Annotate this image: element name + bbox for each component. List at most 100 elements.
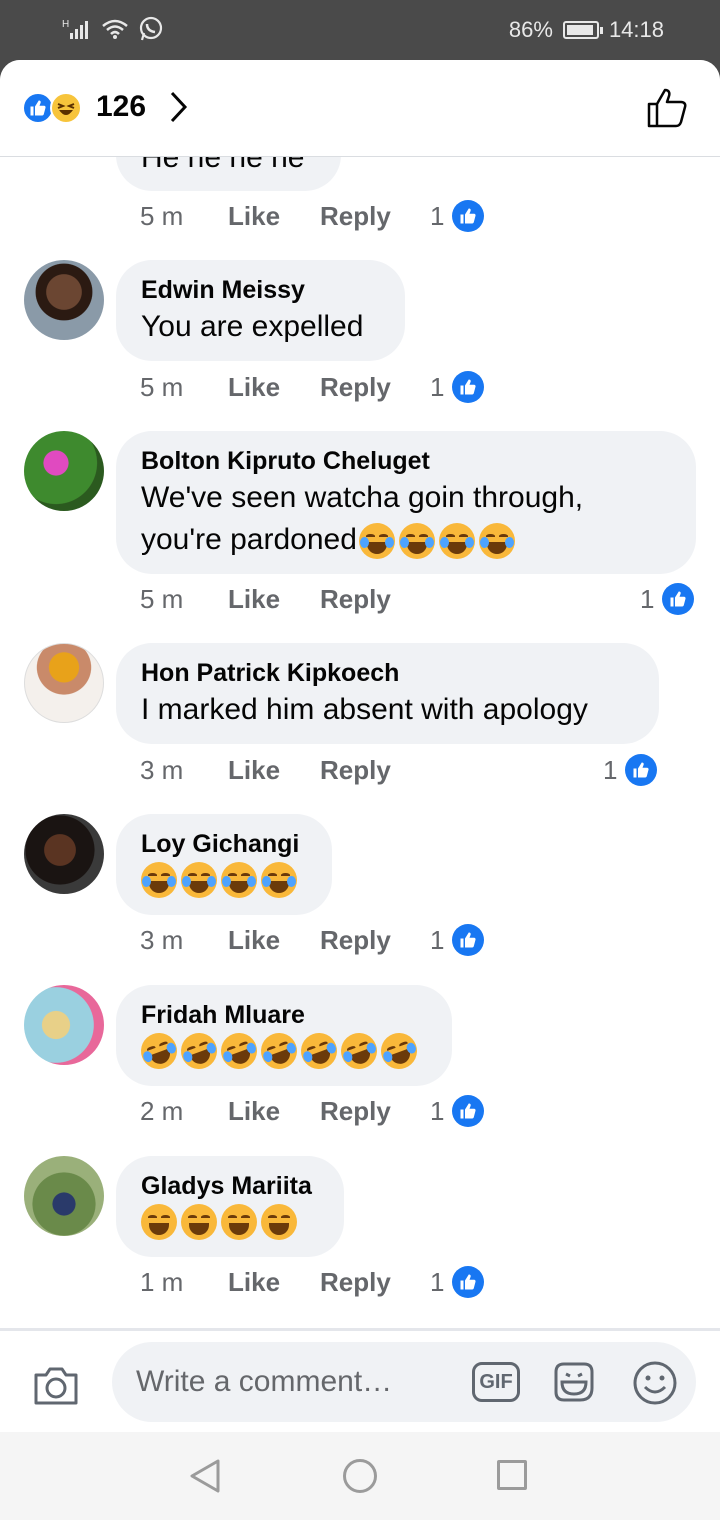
like-button[interactable]: Like [228, 372, 320, 403]
reply-button[interactable]: Reply [320, 372, 430, 403]
nav-back-icon[interactable] [188, 1458, 222, 1494]
comment-text: You are expelled [141, 310, 364, 343]
comments-sheet: 126 He he he he 5 m Like Reply 1 Edwin M… [0, 60, 720, 1432]
comment-time: 3 m [140, 755, 184, 785]
comment-author[interactable]: Fridah Mluare [141, 999, 428, 1031]
comment-time: 5 m [140, 372, 184, 402]
like-button[interactable]: Like [228, 1096, 320, 1127]
comment-bubble[interactable]: Bolton Kipruto Cheluget We've seen watch… [116, 431, 696, 574]
like-count[interactable]: 1 [640, 583, 695, 615]
comment-time: 1 m [140, 1267, 184, 1297]
avatar[interactable] [24, 814, 104, 894]
system-nav-bar [0, 1432, 720, 1520]
reply-button[interactable]: Reply [320, 1096, 430, 1127]
like-count-number: 1 [430, 200, 445, 231]
comment-author[interactable]: Bolton Kipruto Cheluget [141, 445, 672, 477]
like-button[interactable]: Like [228, 925, 320, 956]
thumbs-up-outline-icon[interactable] [646, 86, 690, 130]
comment-author[interactable]: Edwin Meissy [141, 274, 381, 306]
rofl-emoji [375, 1027, 423, 1075]
svg-text:H: H [62, 19, 69, 30]
reactions-header[interactable]: 126 [0, 60, 720, 157]
grinning-squinting-emoji [221, 1204, 257, 1240]
comment-text: I marked him absent with apology [141, 693, 588, 726]
comment-bubble[interactable]: Hon Patrick Kipkoech I marked him absent… [116, 643, 659, 744]
comment-text: We've seen watcha goin through, [141, 481, 584, 514]
like-count[interactable]: 1 [430, 200, 485, 232]
like-reaction-icon [452, 200, 485, 232]
rofl-emoji [335, 1027, 383, 1075]
nav-home-icon[interactable] [343, 1459, 377, 1493]
like-button[interactable]: Like [228, 201, 320, 232]
clock: 14:18 [608, 17, 664, 42]
comment-actions: 5 m Like Reply [140, 201, 430, 232]
grinning-squinting-emoji [181, 1204, 217, 1240]
battery-percent: 86% [508, 17, 553, 42]
comment-text-line2: you're pardoned [141, 519, 672, 561]
reply-button[interactable]: Reply [320, 584, 430, 615]
reply-button[interactable]: Reply [320, 925, 430, 956]
comment-time: 2 m [140, 1096, 184, 1126]
tears-of-joy-emoji [141, 862, 177, 898]
like-count[interactable]: 1 [430, 1095, 485, 1127]
comment-actions: 2 m Like Reply [140, 1096, 430, 1127]
like-count[interactable]: 1 [430, 371, 485, 403]
like-count-number: 1 [603, 754, 618, 785]
camera-icon[interactable] [32, 1363, 80, 1407]
gif-icon[interactable]: GIF [472, 1362, 520, 1402]
comment-actions: 3 m Like Reply [140, 925, 430, 956]
sticker-icon[interactable] [550, 1358, 598, 1406]
rofl-emoji [295, 1027, 343, 1075]
comment-time: 5 m [140, 584, 184, 614]
comment-actions: 3 m Like Reply [140, 755, 430, 786]
reply-button[interactable]: Reply [320, 201, 430, 232]
whatsapp-icon [139, 16, 163, 41]
tears-of-joy-emoji [221, 862, 257, 898]
status-icons-left: H [62, 16, 164, 42]
haha-reaction-icon [50, 92, 82, 124]
like-count-number: 1 [430, 1266, 445, 1297]
like-count[interactable]: 1 [430, 1266, 485, 1298]
like-reaction-icon [452, 1095, 485, 1127]
comment-input-container[interactable]: GIF [112, 1342, 696, 1422]
grinning-squinting-emoji [141, 1204, 177, 1240]
like-button[interactable]: Like [228, 1267, 320, 1298]
grinning-squinting-emoji [261, 1204, 297, 1240]
like-count[interactable]: 1 [430, 924, 485, 956]
nav-recents-icon[interactable] [497, 1460, 527, 1490]
avatar[interactable] [24, 260, 104, 340]
emoji-row [358, 523, 515, 559]
comment-author[interactable]: Loy Gichangi [141, 828, 308, 860]
comment-author[interactable]: Gladys Mariita [141, 1170, 320, 1202]
comment-bubble[interactable]: Gladys Mariita [116, 1156, 344, 1257]
comment-time: 5 m [140, 201, 184, 231]
comment-author[interactable]: Hon Patrick Kipkoech [141, 657, 635, 689]
comment-actions: 5 m Like Reply [140, 584, 430, 615]
comment-actions: 5 m Like Reply [140, 372, 430, 403]
like-reaction-icon [662, 583, 695, 615]
comment-emoji [141, 1204, 320, 1240]
comment-bubble[interactable]: Loy Gichangi [116, 814, 332, 915]
tears-of-joy-emoji [438, 523, 475, 559]
avatar[interactable] [24, 985, 104, 1065]
tears-of-joy-emoji [261, 862, 297, 898]
like-button[interactable]: Like [228, 584, 320, 615]
chevron-right-icon[interactable] [168, 90, 190, 124]
comment-emoji [141, 862, 308, 898]
like-reaction-icon [625, 754, 658, 786]
like-count[interactable]: 1 [603, 754, 658, 786]
comment-bubble[interactable]: Fridah Mluare [116, 985, 452, 1086]
avatar[interactable] [24, 431, 104, 511]
emoji-icon[interactable] [632, 1360, 678, 1406]
comment-text: you're pardoned [141, 523, 357, 556]
comment-bubble[interactable]: Edwin Meissy You are expelled [116, 260, 405, 361]
avatar[interactable] [24, 1156, 104, 1236]
rofl-emoji [175, 1027, 223, 1075]
rofl-emoji [255, 1027, 303, 1075]
reply-button[interactable]: Reply [320, 755, 430, 786]
like-button[interactable]: Like [228, 755, 320, 786]
reply-button[interactable]: Reply [320, 1267, 430, 1298]
status-icons-right: 86% 14:18 [509, 17, 664, 43]
avatar[interactable] [24, 643, 104, 723]
comment-input[interactable] [136, 1362, 466, 1402]
